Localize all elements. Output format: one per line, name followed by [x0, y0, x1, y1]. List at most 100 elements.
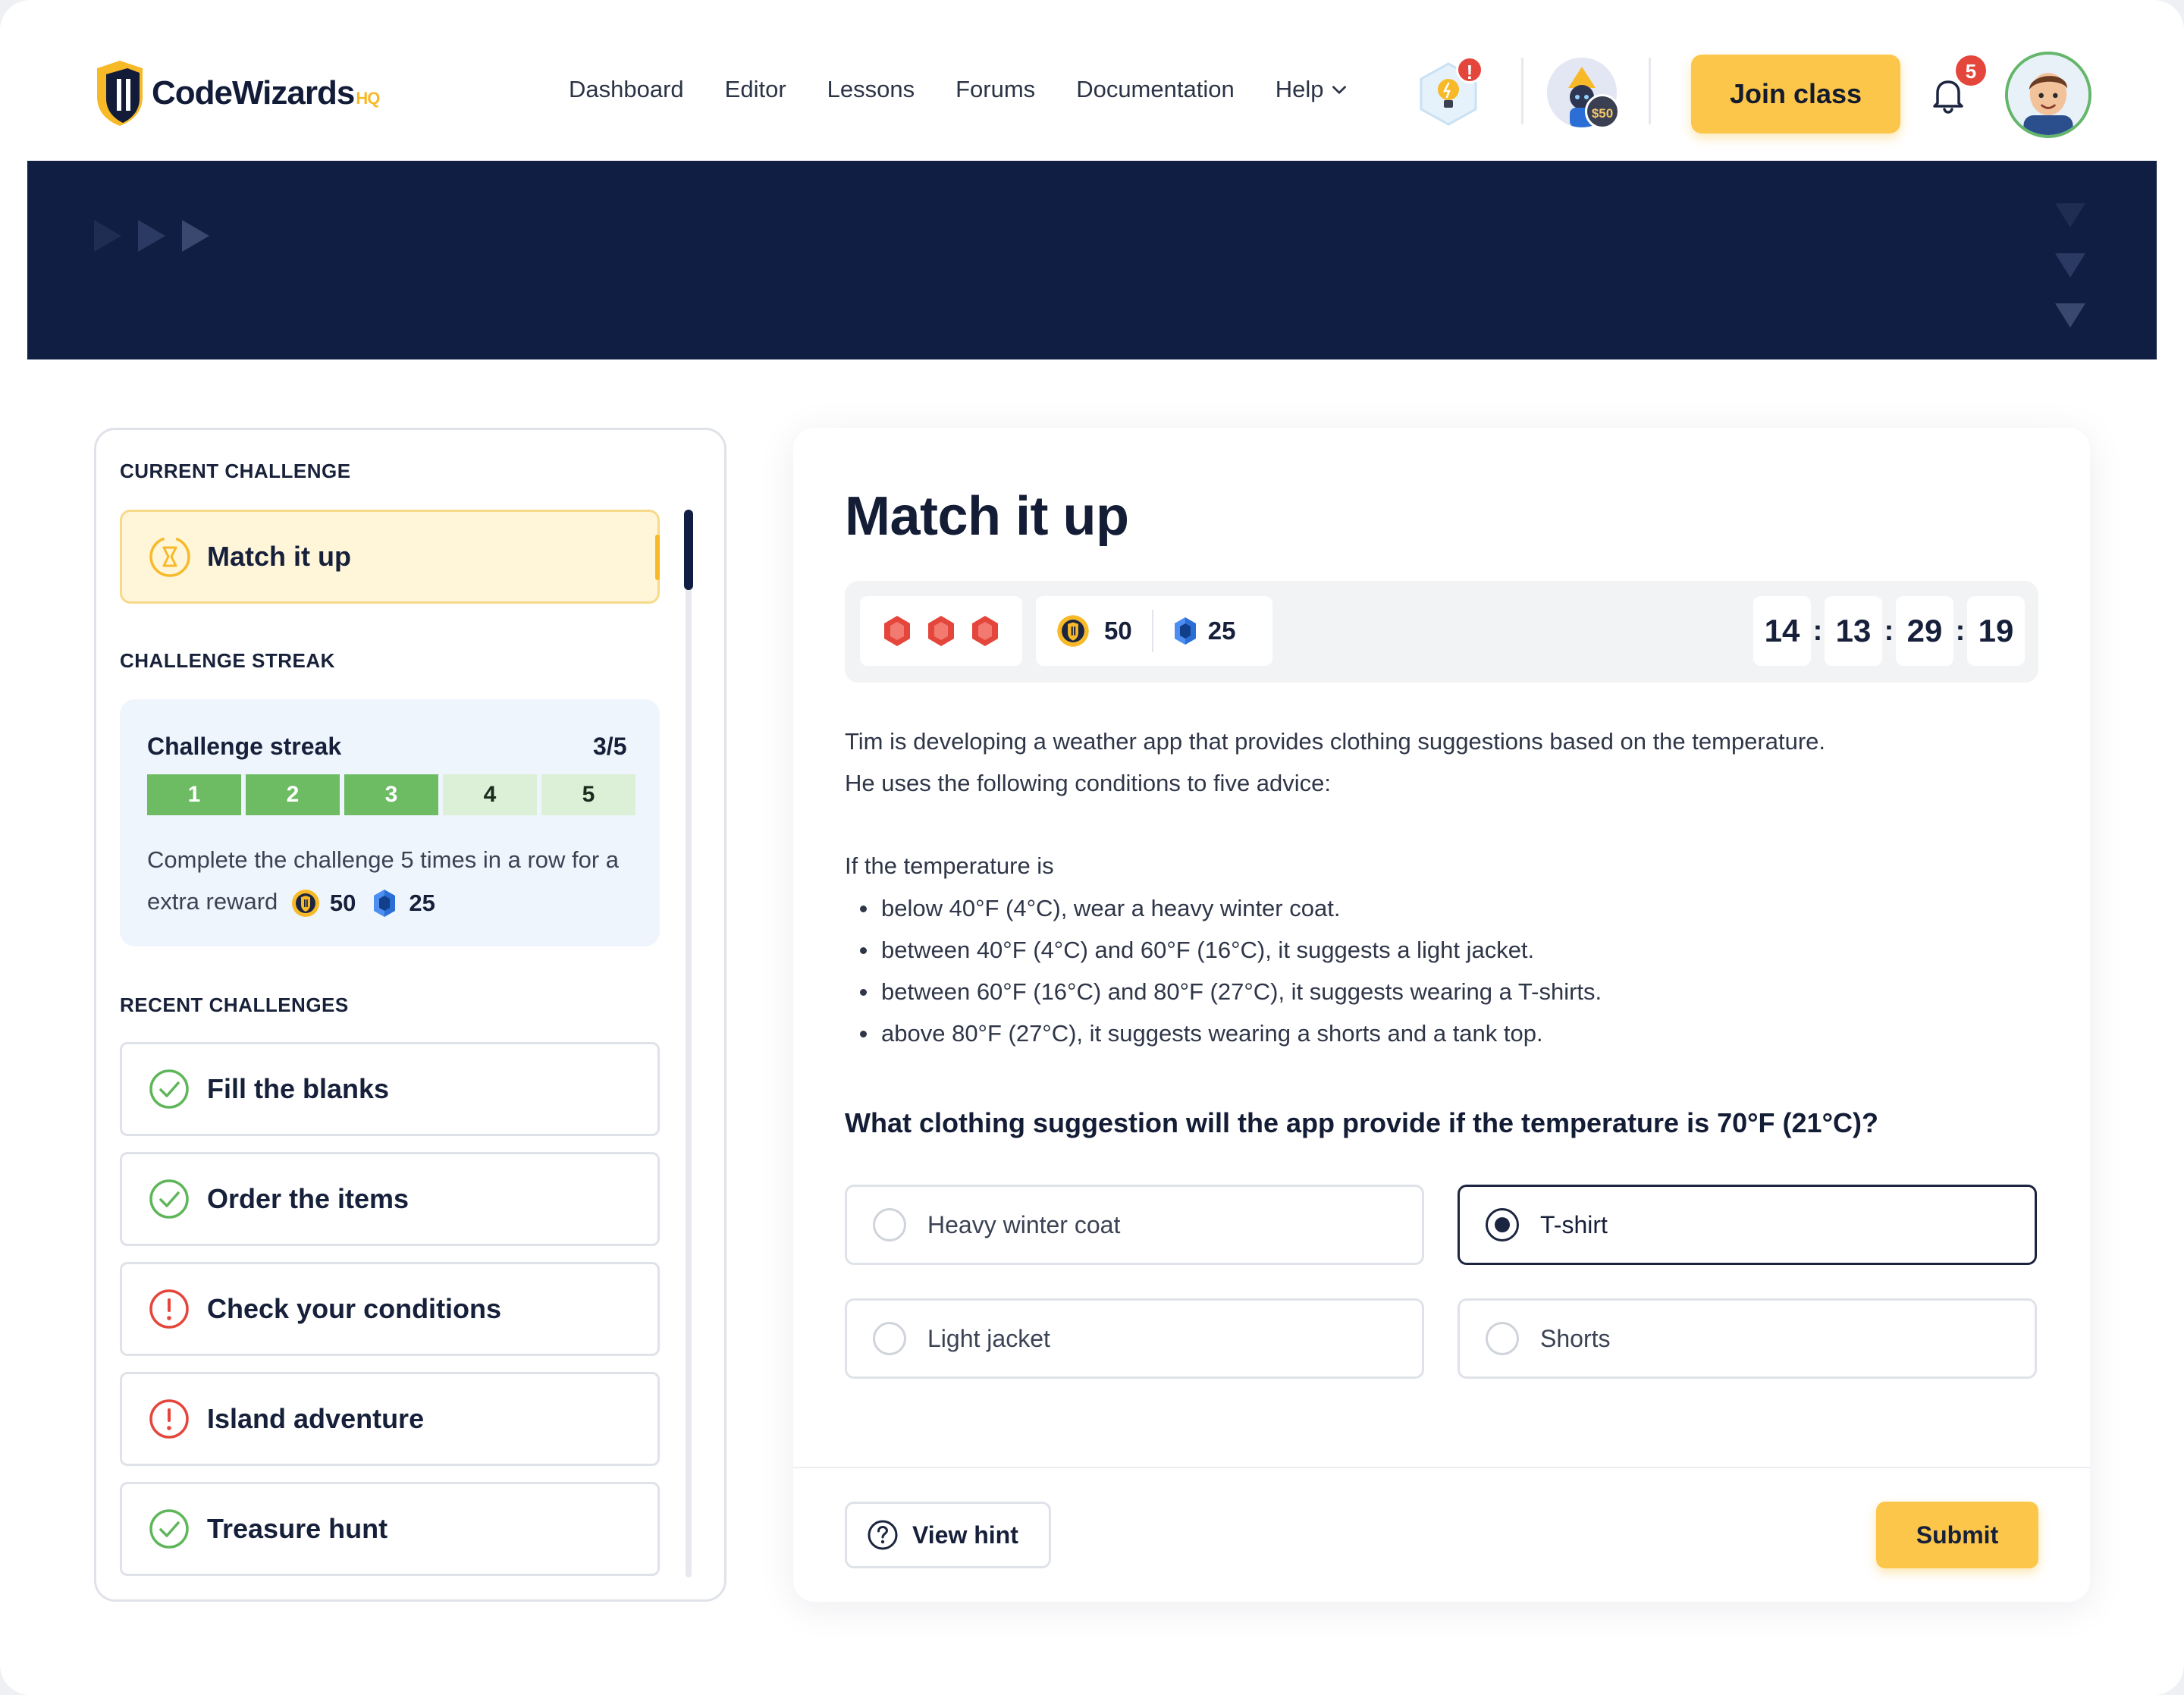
alert-circle-icon [149, 1399, 189, 1439]
radio-button[interactable] [1486, 1208, 1519, 1241]
hint-alert-badge: ! [1456, 56, 1483, 83]
sidebar-scrollbar[interactable] [686, 510, 692, 1577]
answer-option[interactable]: Heavy winter coat [845, 1185, 1424, 1265]
check-circle-icon [149, 1509, 189, 1549]
banner-decoration [93, 218, 211, 253]
check-circle-icon [149, 1069, 189, 1109]
answer-label: Light jacket [927, 1324, 1050, 1352]
challenge-intro: He uses the following conditions to five… [845, 770, 1332, 796]
nav-help-label: Help [1275, 76, 1324, 102]
coin-icon [291, 889, 319, 917]
sidebar-scrollbar-thumb[interactable] [684, 510, 693, 590]
play-arrow-icon [182, 220, 209, 252]
hero-banner [27, 161, 2157, 359]
view-hint-button[interactable]: View hint [845, 1502, 1051, 1568]
question-text: What clothing suggestion will the app pr… [845, 1107, 1878, 1138]
nav-help[interactable]: Help [1276, 76, 1350, 103]
nav-editor[interactable]: Editor [725, 76, 786, 103]
challenge-streak-heading: CHALLENGE STREAK [120, 649, 335, 672]
timer-separator: : [1955, 614, 1966, 647]
answer-option-selected[interactable]: T-shirt [1458, 1185, 2037, 1265]
recent-challenge-title: Order the items [207, 1183, 410, 1214]
submit-button[interactable]: Submit [1876, 1502, 2038, 1568]
streak-progress: 1 2 3 4 5 [147, 774, 635, 815]
timer-segment: 13 [1825, 596, 1882, 666]
down-arrow-icon [2055, 203, 2085, 228]
streak-reward: 50 25 [290, 882, 435, 924]
streak-cell: 3 [344, 774, 438, 815]
answer-label: Heavy winter coat [927, 1210, 1121, 1238]
nav-documentation[interactable]: Documentation [1076, 76, 1235, 103]
nav-lessons[interactable]: Lessons [827, 76, 915, 103]
user-avatar[interactable] [2005, 52, 2091, 138]
gem-value: 25 [1207, 617, 1236, 645]
recent-challenge-title: Treasure hunt [207, 1513, 388, 1544]
banner-decoration [2054, 202, 2087, 329]
countdown-timer: 14 : 13 : 29 : 19 [1753, 596, 2025, 666]
shield-logo-icon [97, 61, 143, 126]
recent-challenge-item[interactable]: Order the items [120, 1152, 660, 1246]
radio-button[interactable] [873, 1322, 906, 1355]
main-nav: Dashboard Editor Lessons Forums Document… [569, 76, 1349, 103]
streak-cell: 2 [246, 774, 340, 815]
answer-option[interactable]: Shorts [1458, 1298, 2037, 1379]
chevron-down-icon [1332, 86, 1347, 94]
streak-count: 3/5 [593, 733, 627, 760]
coin-badge: $50 [1585, 94, 1620, 129]
coin-value: 50 [1104, 617, 1132, 645]
timer-separator: : [1812, 614, 1823, 647]
condition-item: between 60°F (16°C) and 80°F (27°C), it … [860, 971, 1602, 1012]
down-arrow-icon [2055, 303, 2085, 328]
help-circle-icon [868, 1520, 898, 1550]
ruby-life-icon [972, 616, 998, 646]
conditions-list: below 40°F (4°C), wear a heavy winter co… [860, 887, 1602, 1054]
recent-challenge-title: Fill the blanks [207, 1073, 390, 1104]
coin-icon [1057, 615, 1089, 647]
radio-button[interactable] [1486, 1322, 1519, 1355]
play-arrow-icon [94, 220, 121, 252]
lives-box [860, 596, 1022, 666]
nav-forums[interactable]: Forums [956, 76, 1035, 103]
app-window: CodeWizards HQ Dashboard Editor Lessons … [0, 0, 2184, 1695]
current-challenge-heading: CURRENT CHALLENGE [120, 460, 351, 482]
divider [1649, 58, 1651, 124]
answer-label: Shorts [1540, 1324, 1611, 1352]
streak-coin-value: 50 [329, 890, 356, 917]
recent-challenge-item[interactable]: Island adventure [120, 1372, 660, 1466]
user-face-icon [2008, 55, 2088, 135]
logo-suffix: HQ [356, 89, 380, 108]
recent-challenges-heading: RECENT CHALLENGES [120, 993, 349, 1016]
recent-challenge-title: Check your conditions [207, 1293, 502, 1324]
recent-challenge-item[interactable]: Treasure hunt [120, 1482, 660, 1576]
timer-segment: 19 [1967, 596, 2025, 666]
rewards-box: 50 25 [1036, 596, 1272, 666]
timer-segment: 29 [1896, 596, 1953, 666]
radio-button[interactable] [873, 1208, 906, 1241]
gem-icon [374, 889, 396, 917]
gem-icon [1174, 617, 1196, 645]
logo[interactable]: CodeWizards HQ [93, 58, 380, 129]
recent-challenge-title: Island adventure [207, 1403, 425, 1434]
condition-item: below 40°F (4°C), wear a heavy winter co… [860, 887, 1602, 929]
answer-option[interactable]: Light jacket [845, 1298, 1424, 1379]
play-arrow-icon [138, 220, 165, 252]
current-challenge-title: Match it up [207, 541, 351, 572]
join-class-button[interactable]: Join class [1691, 55, 1900, 133]
timer-separator: : [1884, 614, 1894, 647]
streak-cell: 4 [443, 774, 537, 815]
alert-circle-icon [149, 1289, 189, 1329]
current-challenge-card[interactable]: Match it up [120, 510, 660, 604]
nav-dashboard[interactable]: Dashboard [569, 76, 684, 103]
recent-challenge-item[interactable]: Check your conditions [120, 1262, 660, 1356]
divider [1521, 58, 1523, 124]
streak-description: Complete the challenge 5 times in a row … [147, 839, 640, 924]
logo-text: CodeWizards [152, 74, 355, 111]
timer-segment: 14 [1753, 596, 1811, 666]
recent-challenge-item[interactable]: Fill the blanks [120, 1042, 660, 1136]
challenge-intro: Tim is developing a weather app that pro… [845, 728, 1826, 755]
streak-cell: 5 [541, 774, 635, 815]
answer-label: T-shirt [1540, 1210, 1608, 1238]
down-arrow-icon [2055, 253, 2085, 278]
ruby-life-icon [928, 616, 954, 646]
streak-title: Challenge streak [147, 733, 342, 760]
